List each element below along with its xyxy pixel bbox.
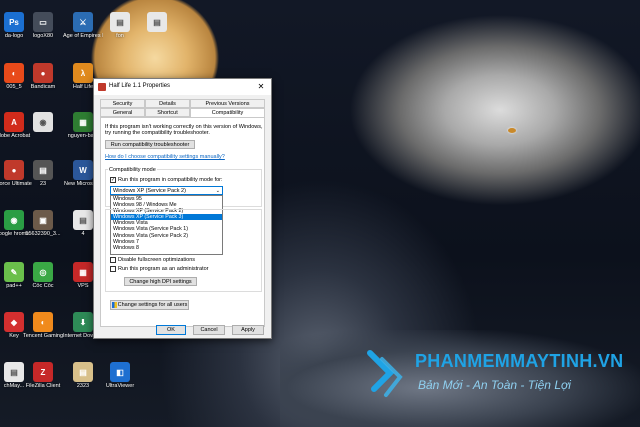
tab-security[interactable]: Security <box>100 99 145 108</box>
compat-mode-checkbox-label: Run this program in compatibility mode f… <box>118 177 223 183</box>
desktop-icon-image: λ <box>73 63 93 83</box>
dialog-titlebar[interactable]: Half Life 1.1 Properties ✕ <box>94 79 271 95</box>
compat-mode-checkbox[interactable]: ✓ <box>110 177 116 183</box>
desktop-icon-image: ◐ <box>4 63 24 83</box>
desktop-icon-image: Ps <box>4 12 24 32</box>
desktop-icon-image: ▤ <box>147 12 167 32</box>
run-troubleshooter-button[interactable]: Run compatibility troubleshooter <box>105 140 195 149</box>
properties-dialog: Half Life 1.1 Properties ✕ Security Deta… <box>93 78 272 339</box>
close-icon[interactable]: ✕ <box>254 80 268 94</box>
desktop-icon[interactable]: ◉ <box>23 112 63 133</box>
watermark-logo-icon <box>367 350 403 397</box>
desktop-icon-image: ▤ <box>73 362 93 382</box>
desktop-icon-label: fon <box>116 33 124 39</box>
compat-mode-selected-value: Windows XP (Service Pack 2) <box>113 188 186 194</box>
desktop-icon-label: FileZilla Client <box>25 383 61 389</box>
desktop-icon-image: ⚔ <box>73 12 93 32</box>
desktop-icon-image: Z <box>33 362 53 382</box>
desktop-icon-image: ▤ <box>4 362 24 382</box>
dialog-title: Half Life 1.1 Properties <box>109 83 171 89</box>
desktop-icon-image: ◎ <box>33 262 53 282</box>
manual-settings-link[interactable]: How do I choose compatibility settings m… <box>105 154 225 161</box>
change-all-users-label: Change settings for all users <box>117 302 188 308</box>
desktop-icon[interactable]: ◧ UltraViewer <box>100 362 140 390</box>
tab-previous-versions[interactable]: Previous Versions <box>190 99 265 108</box>
change-dpi-button[interactable]: Change high DPI settings <box>124 277 197 286</box>
desktop-icon-label: dobe Acrobat <box>0 133 31 139</box>
desktop-icon-label: Tencent Gaming... <box>23 333 63 339</box>
wolf-eye <box>508 128 516 133</box>
desktop-icon-image: ▤ <box>33 160 53 180</box>
desktop-icon-image: ● <box>4 160 24 180</box>
desktop-icon-label: Age of Empires II HD <box>63 33 103 39</box>
intro-text-line2: try running the compatibility troublesho… <box>105 130 210 136</box>
desktop-icon-image: ▦ <box>73 112 93 132</box>
desktop-icon-image: A <box>4 112 24 132</box>
desktop-icon-label: 2323 <box>76 383 90 389</box>
tab-shortcut[interactable]: Shortcut <box>145 108 190 117</box>
desktop-icon-image: ◐ <box>33 312 53 332</box>
desktop-icon[interactable]: ▭ logoX80 <box>23 12 63 40</box>
watermark: PHANMEMMAYTINH.VN Bản Mới - An Toàn - Ti… <box>360 345 635 405</box>
desktop-icon[interactable]: ◎ Cốc Cốc <box>23 262 63 290</box>
tab-general[interactable]: General <box>100 108 145 117</box>
compatibility-mode-label: Compatibility mode <box>108 167 157 174</box>
desktop-icon[interactable]: ▤ 23 <box>23 160 63 188</box>
watermark-title: PHANMEMMAYTINH.VN <box>415 351 624 371</box>
desktop-icon-image: W <box>73 160 93 180</box>
desktop-icon[interactable]: ▤ fon <box>100 12 140 40</box>
run-as-admin-checkbox[interactable] <box>110 266 116 272</box>
desktop-icon-image: ◧ <box>110 362 130 382</box>
desktop-icon-image: ▤ <box>110 12 130 32</box>
app-icon <box>98 83 106 91</box>
desktop-icon-label: 23 <box>39 181 47 187</box>
chevron-down-icon: ⌄ <box>215 188 220 194</box>
desktop-icon-image: ◉ <box>4 210 24 230</box>
desktop-icon-label: Bandicam <box>30 84 56 90</box>
cancel-button[interactable]: Cancel <box>193 325 225 335</box>
shield-icon <box>111 301 117 308</box>
desktop-icon-image: ▭ <box>33 12 53 32</box>
desktop-icon-image: ⬇ <box>73 312 93 332</box>
desktop-icon-image: ◉ <box>33 112 53 132</box>
tab-details[interactable]: Details <box>145 99 190 108</box>
apply-button[interactable]: Apply <box>232 325 264 335</box>
desktop-icon[interactable]: ◐Tencent Gaming... <box>23 312 63 340</box>
desktop-icon-image: ● <box>33 63 53 83</box>
compat-mode-select[interactable]: Windows XP (Service Pack 2) ⌄ <box>110 186 223 195</box>
disable-fullscreen-label: Disable fullscreen optimizations <box>118 257 196 263</box>
disable-fullscreen-checkbox[interactable] <box>110 257 116 263</box>
desktop-icon[interactable]: ⚔Age of Empires II HD <box>63 12 103 40</box>
desktop-icon[interactable]: Z FileZilla Client <box>23 362 63 390</box>
desktop-icon-image: ▦ <box>73 262 93 282</box>
desktop-icon-label: 55632390_3... <box>25 231 61 237</box>
desktop-icon-image: ✎ <box>4 262 24 282</box>
change-all-users-button[interactable]: Change settings for all users <box>110 300 189 310</box>
desktop-icon[interactable]: ▣ 55632390_3... <box>23 210 63 238</box>
ok-button[interactable]: OK <box>156 325 186 335</box>
watermark-subtitle: Bản Mới - An Toàn - Tiện Lợi <box>418 378 571 392</box>
desktop-icon-image: ◆ <box>4 312 24 332</box>
desktop-icon-image: ▤ <box>73 210 93 230</box>
desktop-icon-label: UltraViewer <box>105 383 135 389</box>
desktop-icon-label: logoX80 <box>32 33 54 39</box>
desktop-icon[interactable]: ● Bandicam <box>23 63 63 91</box>
desktop-icon-label: Cốc Cốc <box>32 283 54 289</box>
run-as-admin-label: Run this program as an administrator <box>118 266 209 272</box>
desktop-icon[interactable]: ▤ <box>137 12 177 33</box>
desktop-icon-image: ▣ <box>33 210 53 230</box>
desktop-icon[interactable]: ▤ 2323 <box>63 362 103 390</box>
